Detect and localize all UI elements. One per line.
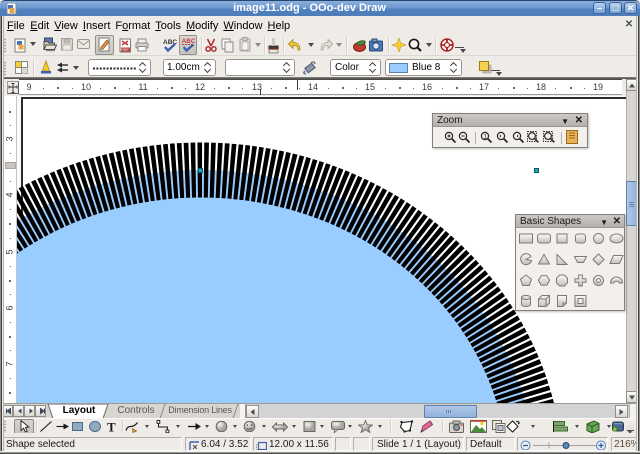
svg-text:T: T [107, 420, 116, 433]
svg-text:1: 1 [483, 133, 487, 140]
svg-text:PDF: PDF [121, 48, 129, 52]
